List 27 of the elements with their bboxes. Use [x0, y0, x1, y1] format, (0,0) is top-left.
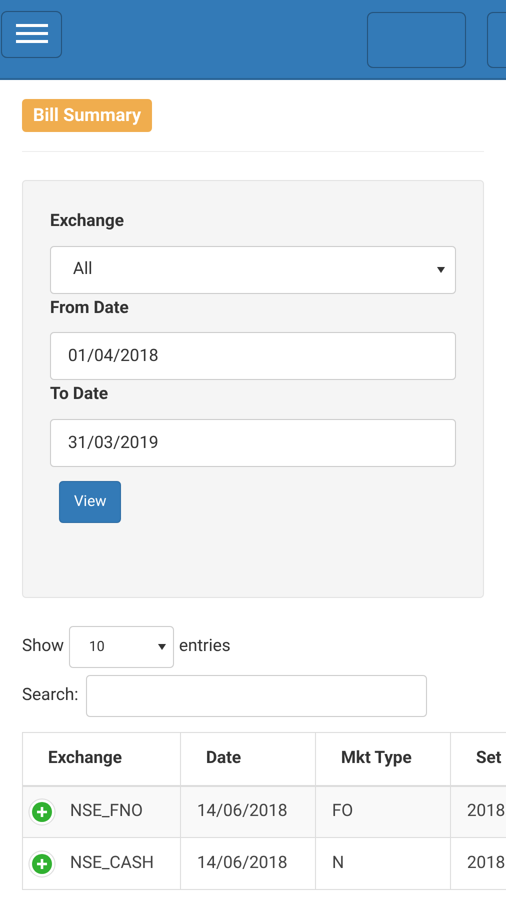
- column-header[interactable]: Date: [180, 732, 316, 786]
- field-label: Exchange: [50, 210, 125, 233]
- entries-select[interactable]: 10: [68, 626, 174, 668]
- to-date-field[interactable]: 31/03/2019: [50, 418, 456, 466]
- dropdown-arrow-icon: [158, 644, 166, 650]
- field-label: From Date: [50, 296, 130, 320]
- column-header[interactable]: Exchange: [22, 732, 180, 786]
- search-field[interactable]: [86, 675, 428, 717]
- expand-icon[interactable]: [28, 798, 56, 826]
- nav-button[interactable]: [367, 12, 466, 68]
- show-label: Show: [22, 635, 64, 658]
- from-date-field[interactable]: 01/04/2018: [50, 332, 456, 380]
- page-badge: Bill Summary: [22, 99, 152, 132]
- expand-icon[interactable]: [28, 850, 56, 878]
- column-header[interactable]: Mkt Type: [316, 732, 450, 786]
- field-label: To Date: [50, 383, 109, 406]
- table-cell: N: [316, 838, 450, 890]
- dropdown-arrow-icon: [437, 266, 445, 272]
- table-cell: 14/06/2018: [180, 838, 316, 890]
- exchange-select[interactable]: All: [50, 246, 456, 294]
- menu-icon: [16, 23, 48, 45]
- view-button[interactable]: View: [59, 480, 122, 522]
- search-label: Search:: [22, 684, 78, 708]
- menu-button[interactable]: [1, 10, 62, 58]
- table-cell: NSE_CASH: [22, 838, 180, 890]
- entries-label: entries: [178, 635, 231, 658]
- table-cell: NSE_FNO: [22, 786, 180, 838]
